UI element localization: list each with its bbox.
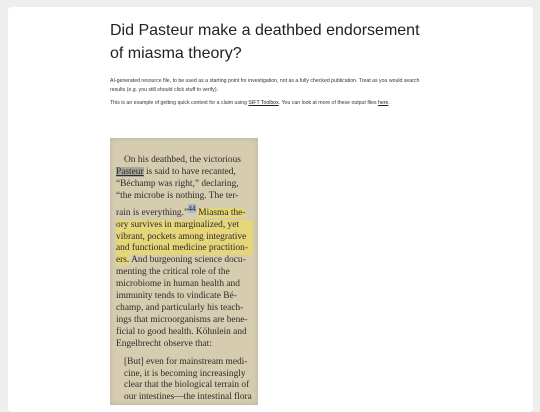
book-excerpt-text: On his deathbed, the victorious Pasteur … bbox=[116, 155, 253, 404]
context-text-before: This is an example of getting quick cont… bbox=[110, 100, 249, 107]
footnote-marker: 44 bbox=[188, 203, 196, 213]
excerpt-line: ings that microorganisms are bene- bbox=[116, 314, 248, 325]
excerpt-line: champ, and particularly his teach- bbox=[116, 303, 244, 313]
quote-line: clear that the biological terrain of bbox=[124, 380, 250, 391]
excerpt-line: ficial to good health. Köhnlein and bbox=[116, 326, 247, 337]
context-text-middle: . You can look at more of these output f… bbox=[278, 100, 378, 107]
excerpt-line: “Béchamp was right,” declaring, bbox=[116, 178, 239, 189]
context-text: This is an example of getting quick cont… bbox=[110, 99, 425, 107]
excerpt-line: Engelbrecht observe that: bbox=[116, 338, 212, 349]
excerpt-line: rain is everything.”44 Miasma the- bbox=[116, 203, 246, 218]
quote-line: [But] even for mainstream medi- bbox=[124, 356, 248, 367]
highlight-pasteur: Pasteur bbox=[116, 166, 144, 177]
context-text-after: . bbox=[388, 100, 390, 107]
excerpt-line-highlighted: vibrant, pockets among integrative bbox=[116, 231, 253, 244]
sift-toolbox-link[interactable]: SIFT Toolbox bbox=[248, 100, 278, 106]
excerpt-line: ers. And burgeoning science docu- bbox=[116, 255, 246, 266]
excerpt-line: microbiome in human health and bbox=[116, 279, 240, 290]
excerpt-line-highlighted: ory survives in marginalized, yet bbox=[116, 219, 253, 232]
excerpt-line: immunity tends to vindicate Bé- bbox=[116, 291, 237, 302]
quote-line: our intestines—the intestinal flora bbox=[124, 392, 252, 403]
main-content: Did Pasteur make a deathbed endorsement … bbox=[110, 20, 425, 107]
book-excerpt-image: On his deathbed, the victorious Pasteur … bbox=[110, 138, 258, 405]
excerpt-line: menting the critical role of the bbox=[116, 267, 230, 278]
page-title: Did Pasteur make a deathbed endorsement … bbox=[110, 22, 420, 62]
here-link[interactable]: here bbox=[378, 100, 388, 106]
highlight-miasma: Miasma the- bbox=[198, 207, 246, 218]
disclaimer-text: AI-generated resource file, to be used a… bbox=[110, 78, 420, 93]
excerpt-line: “the microbe is nothing. The ter- bbox=[116, 190, 239, 201]
quote-line: cine, it is becoming increasingly bbox=[124, 368, 246, 379]
excerpt-line-highlighted: and functional medicine practition- bbox=[116, 243, 253, 256]
excerpt-line: On his deathbed, the victorious bbox=[124, 155, 241, 165]
excerpt-line: Pasteur is said to have recanted, bbox=[116, 166, 236, 177]
